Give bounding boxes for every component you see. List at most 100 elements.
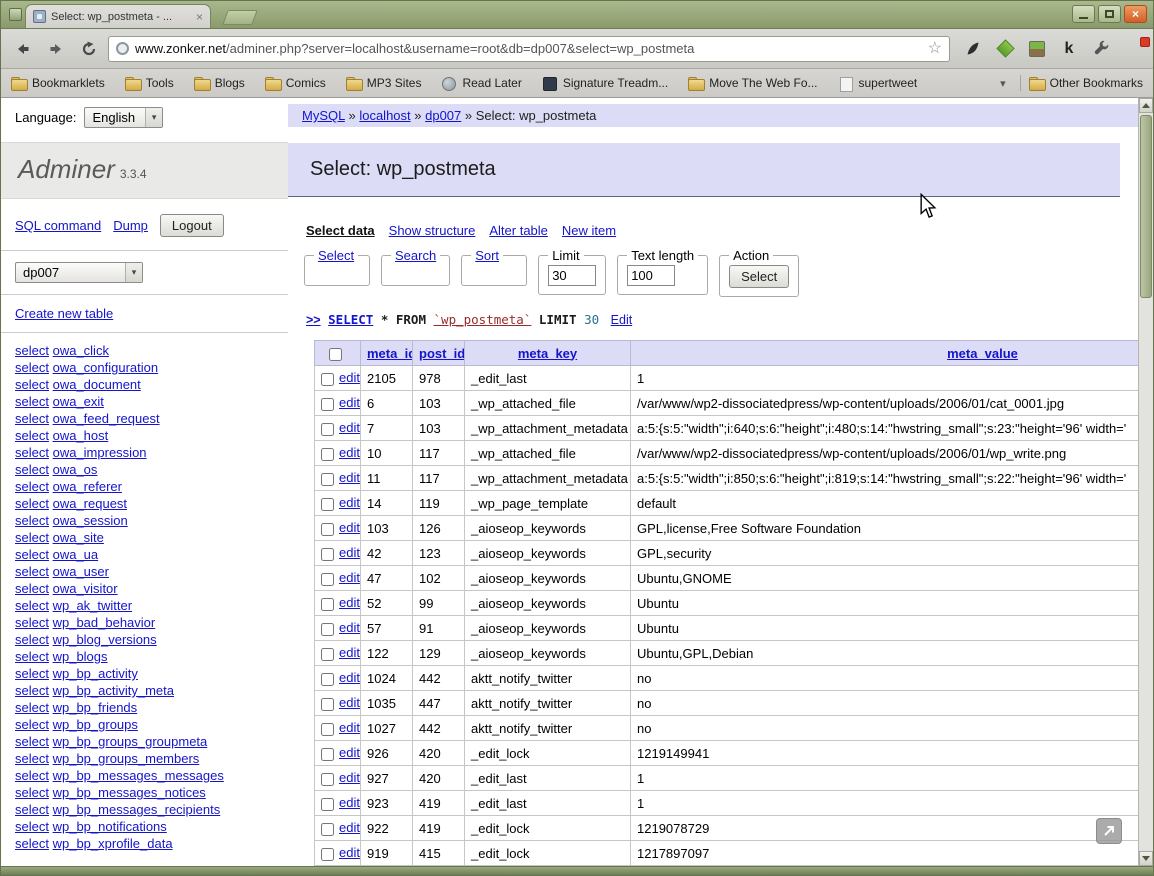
breadcrumb-link[interactable]: dp007 xyxy=(425,108,461,123)
select-table-link[interactable]: select xyxy=(15,598,49,613)
table-name-link[interactable]: owa_visitor xyxy=(53,581,118,596)
scrollbar-thumb[interactable] xyxy=(1140,115,1152,298)
address-bar[interactable]: www.zonker.net/adminer.php?server=localh… xyxy=(108,35,950,62)
row-checkbox[interactable] xyxy=(321,772,334,786)
browser-tab[interactable]: Select: wp_postmeta - ... × xyxy=(25,4,211,28)
select-table-link[interactable]: select xyxy=(15,717,49,732)
edit-link[interactable]: edit xyxy=(339,745,360,760)
table-name-link[interactable]: wp_blogs xyxy=(53,649,108,664)
row-checkbox[interactable] xyxy=(321,522,334,536)
table-name-link[interactable]: wp_blog_versions xyxy=(53,632,157,647)
table-name-link[interactable]: owa_session xyxy=(53,513,128,528)
row-checkbox[interactable] xyxy=(321,722,334,736)
edit-link[interactable]: edit xyxy=(339,670,360,685)
select-table-link[interactable]: select xyxy=(15,768,49,783)
select-table-link[interactable]: select xyxy=(15,513,49,528)
bookmark-star-icon[interactable]: ☆ xyxy=(928,40,942,57)
sort-column-meta-value[interactable]: meta_value xyxy=(947,346,1018,361)
table-name-link[interactable]: owa_document xyxy=(53,377,141,392)
select-table-link[interactable]: select xyxy=(15,683,49,698)
select-table-link[interactable]: select xyxy=(15,649,49,664)
sql-command-link[interactable]: SQL command xyxy=(15,218,101,233)
row-checkbox[interactable] xyxy=(321,847,334,861)
edit-link[interactable]: edit xyxy=(339,770,360,785)
row-checkbox[interactable] xyxy=(321,372,334,386)
table-name-link[interactable]: wp_bp_groups_groupmeta xyxy=(53,734,208,749)
row-checkbox[interactable] xyxy=(321,547,334,561)
edit-link[interactable]: edit xyxy=(339,395,360,410)
create-table-link[interactable]: Create new table xyxy=(15,306,113,321)
edit-link[interactable]: edit xyxy=(339,370,360,385)
table-name-link[interactable]: owa_feed_request xyxy=(53,411,160,426)
box-extension-icon[interactable] xyxy=(1027,39,1047,59)
table-name-link[interactable]: wp_bp_notifications xyxy=(53,819,167,834)
row-checkbox[interactable] xyxy=(321,622,334,636)
table-name-link[interactable]: wp_bp_groups xyxy=(53,717,138,732)
select-table-link[interactable]: select xyxy=(15,411,49,426)
select-table-link[interactable]: select xyxy=(15,632,49,647)
select-table-link[interactable]: select xyxy=(15,547,49,562)
bookmark-item[interactable]: Move The Web Fo... xyxy=(688,76,818,91)
table-name-link[interactable]: owa_ua xyxy=(53,547,99,562)
table-name-link[interactable]: owa_os xyxy=(53,462,98,477)
select-table-link[interactable]: select xyxy=(15,751,49,766)
sql-shortcut-link[interactable]: >> xyxy=(306,313,321,327)
bookmark-item[interactable]: supertweet xyxy=(838,76,917,92)
sort-column-meta-id[interactable]: meta_id xyxy=(367,346,412,361)
bookmarks-overflow-chevron[interactable]: ▾ xyxy=(994,77,1012,90)
limit-input[interactable] xyxy=(548,265,597,286)
edit-link[interactable]: edit xyxy=(339,570,360,585)
bookmark-item[interactable]: MP3 Sites xyxy=(345,76,421,91)
edit-link[interactable]: edit xyxy=(339,820,360,835)
edit-link[interactable]: edit xyxy=(339,495,360,510)
table-name-link[interactable]: owa_impression xyxy=(53,445,147,460)
breadcrumb-link[interactable]: localhost xyxy=(359,108,410,123)
table-name-link[interactable]: owa_host xyxy=(53,428,109,443)
sort-column-meta-key[interactable]: meta_key xyxy=(518,346,577,361)
table-name-link[interactable]: wp_bp_messages_messages xyxy=(53,768,224,783)
back-button[interactable] xyxy=(9,35,37,63)
table-name-link[interactable]: wp_ak_twitter xyxy=(53,598,132,613)
table-name-link[interactable]: wp_bp_xprofile_data xyxy=(53,836,173,851)
edit-link[interactable]: edit xyxy=(339,470,360,485)
row-checkbox[interactable] xyxy=(321,697,334,711)
select-all-checkbox[interactable] xyxy=(328,347,342,361)
database-select[interactable]: dp007 xyxy=(15,262,143,283)
bookmark-item[interactable]: Signature Treadm... xyxy=(542,76,668,91)
bookmark-item[interactable]: Tools xyxy=(124,76,174,91)
row-checkbox[interactable] xyxy=(321,422,334,436)
row-checkbox[interactable] xyxy=(321,572,334,586)
edit-query-link[interactable]: Edit xyxy=(611,313,633,327)
select-table-link[interactable]: select xyxy=(15,428,49,443)
select-table-link[interactable]: select xyxy=(15,785,49,800)
action-select-button[interactable]: Select xyxy=(729,265,790,288)
row-checkbox[interactable] xyxy=(321,647,334,661)
row-checkbox[interactable] xyxy=(321,472,334,486)
select-table-link[interactable]: select xyxy=(15,394,49,409)
row-checkbox[interactable] xyxy=(321,497,334,511)
text-length-input[interactable] xyxy=(627,265,676,286)
table-name-link[interactable]: owa_user xyxy=(53,564,109,579)
select-table-link[interactable]: select xyxy=(15,377,49,392)
select-table-link[interactable]: select xyxy=(15,496,49,511)
table-name-link[interactable]: owa_request xyxy=(53,496,127,511)
select-columns-link[interactable]: Select xyxy=(318,248,354,263)
language-select[interactable]: English xyxy=(84,107,164,128)
select-table-link[interactable]: select xyxy=(15,836,49,851)
dump-link[interactable]: Dump xyxy=(113,218,148,233)
row-checkbox[interactable] xyxy=(321,822,334,836)
select-table-link[interactable]: select xyxy=(15,734,49,749)
reload-button[interactable] xyxy=(75,35,103,63)
edit-link[interactable]: edit xyxy=(339,645,360,660)
table-name-link[interactable]: owa_referer xyxy=(53,479,122,494)
feather-extension-icon[interactable] xyxy=(963,39,983,59)
bookmark-item[interactable]: Bookmarklets xyxy=(11,76,105,91)
select-table-link[interactable]: select xyxy=(15,615,49,630)
bookmark-item[interactable]: Read Later xyxy=(441,76,522,91)
maximize-button[interactable] xyxy=(1098,5,1121,23)
edit-link[interactable]: edit xyxy=(339,695,360,710)
select-table-link[interactable]: select xyxy=(15,479,49,494)
table-name-link[interactable]: owa_configuration xyxy=(53,360,159,375)
table-name-link[interactable]: wp_bp_messages_recipients xyxy=(53,802,221,817)
query-select-link[interactable]: SELECT xyxy=(328,312,373,327)
